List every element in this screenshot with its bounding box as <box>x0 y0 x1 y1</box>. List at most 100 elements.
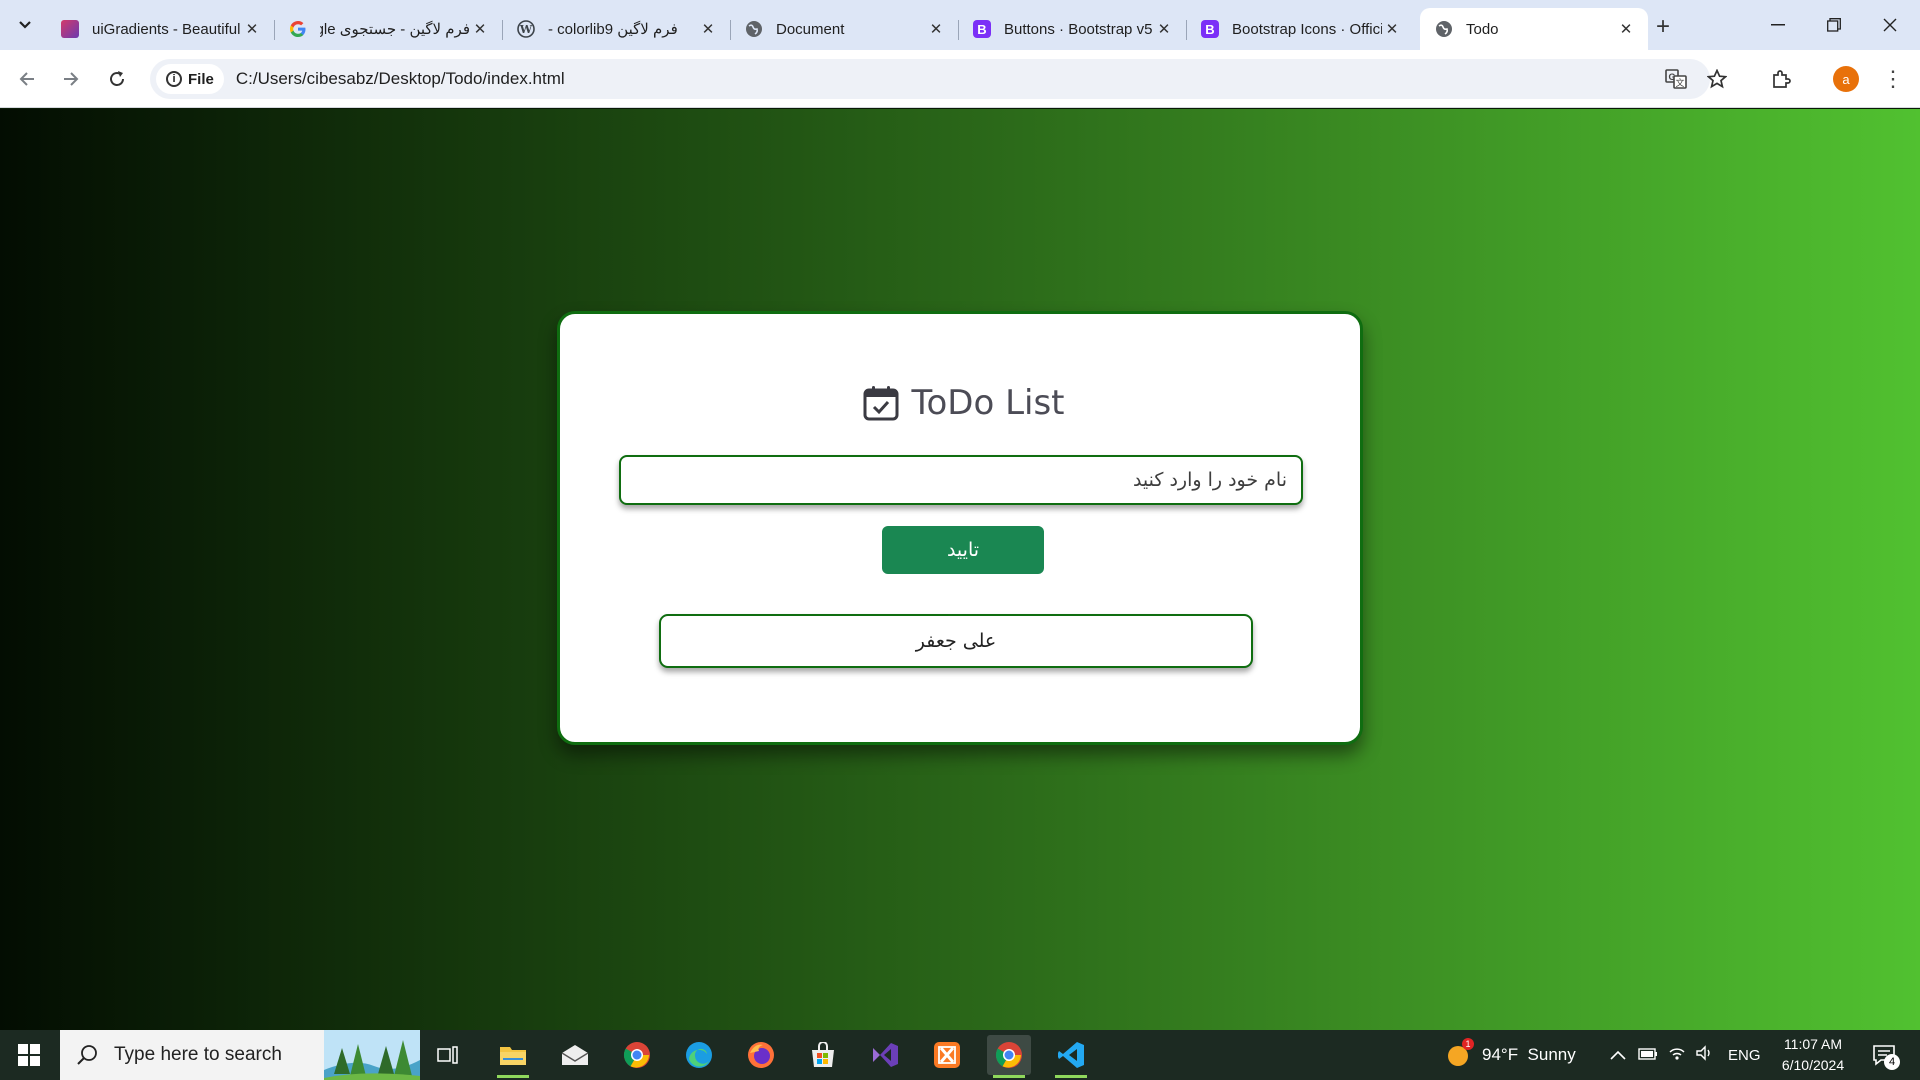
mail-taskbar[interactable] <box>553 1035 597 1075</box>
tab-title: uiGradients - Beautiful <box>92 20 241 38</box>
visual-studio-taskbar[interactable] <box>863 1035 907 1075</box>
todo-card: ToDo List تایید علی جعفر <box>557 311 1363 745</box>
uigradients-favicon <box>60 19 80 39</box>
svg-text:W: W <box>519 23 533 36</box>
tab-title: Bootstrap Icons · Official <box>1232 20 1382 38</box>
close-icon[interactable]: ✕ <box>242 19 262 39</box>
tab-bootstrap-icons[interactable]: B Bootstrap Icons · Official ✕ <box>1186 8 1414 50</box>
extensions-button[interactable] <box>1764 62 1798 96</box>
language-indicator[interactable]: ENG <box>1728 1047 1761 1064</box>
arrow-left-icon <box>19 72 34 86</box>
bootstrap-favicon: B <box>972 19 992 39</box>
bookmark-button[interactable] <box>1700 62 1734 96</box>
firefox-icon <box>748 1042 774 1068</box>
close-icon[interactable]: ✕ <box>698 19 718 39</box>
tab-title: فرم لاگین colorlib9 - <box>548 21 678 38</box>
tab-bootstrap-buttons[interactable]: B Buttons · Bootstrap v5 ✕ <box>958 8 1187 50</box>
browser-toolbar: i File C:/Users/cibesabz/Desktop/Todo/in… <box>0 50 1920 108</box>
search-icon <box>74 1042 100 1068</box>
tab-google-search[interactable]: فرم لاگین - جستجوی Google ✕ <box>274 8 503 50</box>
volume-icon[interactable] <box>1696 1044 1714 1066</box>
minimize-icon <box>1771 24 1785 26</box>
close-icon[interactable]: ✕ <box>1154 19 1174 39</box>
name-input[interactable] <box>619 455 1303 505</box>
vscode-taskbar[interactable] <box>1049 1035 1093 1078</box>
close-window-button[interactable] <box>1862 0 1918 50</box>
site-info-chip[interactable]: i File <box>156 64 224 94</box>
svg-text:B: B <box>1205 22 1214 37</box>
xampp-taskbar[interactable] <box>925 1035 969 1075</box>
task-view-icon <box>437 1046 458 1064</box>
windows-taskbar: Type here to search 1 94°F Sunny ENG 11:… <box>0 1030 1920 1080</box>
chrome-icon <box>623 1042 650 1068</box>
back-button[interactable] <box>10 62 44 96</box>
browser-menu-button[interactable]: ⋮ <box>1878 62 1908 96</box>
wordpress-favicon: W <box>516 19 536 39</box>
reload-button[interactable] <box>100 62 134 96</box>
bootstrap-favicon: B <box>1200 19 1220 39</box>
restore-icon <box>1827 18 1841 32</box>
svg-text:文: 文 <box>1675 77 1684 89</box>
store-icon <box>812 1042 834 1067</box>
chevron-down-icon <box>19 21 31 29</box>
page-viewport: ToDo List تایید علی جعفر <box>0 109 1920 1030</box>
restore-button[interactable] <box>1806 0 1862 50</box>
profile-avatar[interactable]: a <box>1833 66 1859 92</box>
file-explorer-taskbar[interactable] <box>491 1035 535 1078</box>
reload-icon <box>110 71 124 86</box>
profile-initial: a <box>1842 71 1850 87</box>
edge-taskbar[interactable] <box>677 1035 721 1075</box>
globe-favicon <box>1434 19 1454 39</box>
minimize-button[interactable] <box>1750 0 1806 50</box>
close-icon[interactable]: ✕ <box>470 19 490 39</box>
tab-todo[interactable]: Todo ✕ <box>1420 8 1648 50</box>
chrome-taskbar[interactable] <box>615 1035 659 1075</box>
notification-center-button[interactable]: 4 <box>1866 1038 1902 1072</box>
url-text[interactable]: C:/Users/cibesabz/Desktop/Todo/index.htm… <box>236 69 565 89</box>
chevron-up-icon[interactable] <box>1610 1045 1626 1065</box>
close-icon[interactable]: ✕ <box>1616 19 1636 39</box>
mail-icon <box>561 1045 589 1065</box>
sun-icon: 1 <box>1446 1038 1474 1068</box>
tab-uigradients[interactable]: uiGradients - Beautiful ✕ <box>46 8 275 50</box>
tab-title: Todo <box>1466 20 1499 38</box>
chrome-taskbar-active[interactable] <box>987 1035 1031 1078</box>
chrome-icon <box>995 1042 1022 1068</box>
firefox-taskbar[interactable] <box>739 1035 783 1075</box>
translate-button[interactable]: G文 <box>1659 62 1693 96</box>
windows-logo-icon <box>18 1044 40 1066</box>
title-text: ToDo List <box>911 383 1065 423</box>
todo-item[interactable]: علی جعفر <box>659 614 1253 668</box>
star-icon <box>1707 69 1727 89</box>
store-taskbar[interactable] <box>801 1035 845 1075</box>
tab-colorlib[interactable]: W فرم لاگین colorlib9 - ✕ <box>502 8 731 50</box>
weather-alert-badge: 1 <box>1462 1038 1474 1050</box>
submit-button[interactable]: تایید <box>882 526 1044 574</box>
globe-favicon <box>744 19 764 39</box>
close-icon[interactable]: ✕ <box>926 19 946 39</box>
tab-title: فرم لاگین - جستجوی Google <box>320 21 470 38</box>
clock[interactable]: 11:07 AM 6/10/2024 <box>1768 1034 1858 1076</box>
wifi-icon[interactable] <box>1668 1045 1686 1066</box>
battery-icon[interactable] <box>1638 1045 1658 1065</box>
search-placeholder: Type here to search <box>114 1044 282 1065</box>
clock-date: 6/10/2024 <box>1781 1057 1845 1073</box>
start-button[interactable] <box>0 1030 58 1080</box>
task-view-button[interactable] <box>426 1035 470 1075</box>
new-tab-button[interactable]: + <box>1648 12 1678 42</box>
tab-strip: uiGradients - Beautiful ✕ فرم لاگین - جس… <box>0 0 1920 50</box>
plus-icon: + <box>1655 13 1670 40</box>
tab-search-button[interactable] <box>8 10 42 40</box>
puzzle-icon <box>1773 70 1791 88</box>
notification-count: 4 <box>1884 1054 1900 1070</box>
search-highlight-image <box>324 1030 420 1080</box>
tab-document[interactable]: Document ✕ <box>730 8 959 50</box>
taskbar-search[interactable]: Type here to search <box>60 1030 420 1080</box>
scheme-label: File <box>188 70 214 88</box>
omnibox[interactable]: i File C:/Users/cibesabz/Desktop/Todo/in… <box>150 59 1710 99</box>
arrow-right-icon <box>64 72 79 86</box>
forward-button[interactable] <box>54 62 88 96</box>
close-icon[interactable]: ✕ <box>1382 19 1402 39</box>
edge-icon <box>686 1042 712 1068</box>
weather-widget[interactable]: 1 94°F Sunny <box>1446 1030 1576 1080</box>
